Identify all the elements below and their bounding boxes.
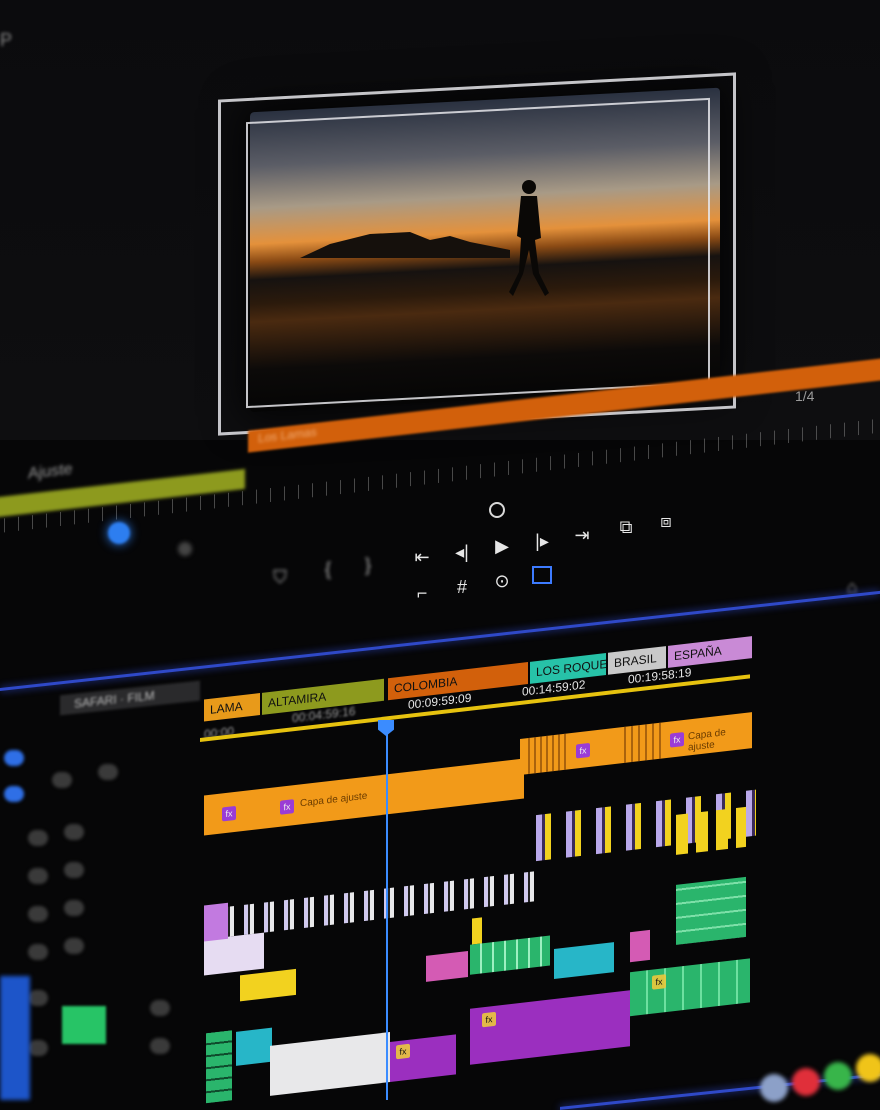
adjustment-label: Capa de ajuste [300, 790, 368, 810]
fx-badge: fx [482, 1011, 496, 1028]
scrub-left-label: Ajuste [28, 460, 73, 483]
step-back-icon[interactable]: ◂| [450, 543, 474, 565]
mic-icon-1[interactable] [150, 1000, 170, 1016]
marker-label: ESPAÑA [674, 643, 722, 664]
wrench-icon[interactable] [98, 764, 118, 780]
marker-label: LAMA [210, 699, 243, 717]
track-lock-5[interactable] [28, 944, 48, 960]
app-icon-3[interactable] [824, 1062, 852, 1090]
mark-in-icon[interactable]: ⛉ [268, 568, 292, 590]
fx-badge: fx [222, 805, 236, 822]
monitor-corner-label: P [0, 30, 13, 50]
video-track-2-clips[interactable] [204, 871, 534, 940]
video-clip-green-1[interactable] [470, 935, 550, 975]
play-icon[interactable]: ▶ [490, 537, 514, 559]
mic-icon-2[interactable] [150, 1038, 170, 1054]
video-clip-yellow-1[interactable] [240, 968, 296, 1002]
track-eye-3[interactable] [64, 862, 84, 878]
track-lock-1[interactable] [52, 772, 72, 788]
app-icon-4[interactable] [856, 1054, 880, 1082]
mark-out-icon[interactable]: { [316, 560, 340, 582]
zoom-handle[interactable] [489, 502, 505, 518]
track-lock-7[interactable] [28, 1040, 48, 1056]
track-lock-4[interactable] [28, 906, 48, 922]
video-clip-green-2[interactable] [676, 876, 746, 945]
video-clip-pink-1[interactable] [426, 950, 468, 982]
track-eye-2[interactable] [64, 824, 84, 840]
fx-badge: fx [652, 974, 666, 990]
extract-icon[interactable]: ⧈ [654, 512, 678, 534]
audio-clip-white[interactable] [270, 1032, 390, 1096]
marker-lama[interactable]: LAMA [204, 693, 260, 722]
track-lock-2[interactable] [28, 830, 48, 846]
fx-badge: fx [576, 742, 590, 759]
sequence-tab-label: SAFARI · FILM [74, 688, 155, 711]
track-eye-4[interactable] [64, 900, 84, 916]
fx-badge: fx [396, 1043, 410, 1060]
fx-badge: fx [280, 799, 294, 815]
go-to-in-icon[interactable]: ⇤ [410, 548, 434, 570]
audio-track-selector[interactable] [0, 976, 30, 1100]
timeline-panel[interactable]: LAMA ALTAMIRA COLOMBIA LOS ROQUES BRASIL… [200, 544, 770, 1104]
scrub-orange-label: Los Lamas [258, 424, 317, 446]
adjustment-layer-clip-top[interactable]: fx fx Capa de ajuste [520, 712, 752, 775]
track-toggle-blue-2[interactable] [4, 786, 24, 802]
app-icon-1[interactable] [760, 1074, 788, 1102]
adjustment-label: Capa de ajuste [688, 727, 726, 754]
go-to-out-icon[interactable]: ⇥ [570, 526, 594, 548]
fx-badge: fx [670, 731, 684, 748]
video-clip-yellow-3[interactable] [676, 806, 746, 855]
audio-clip-purple-1[interactable]: fx [390, 1034, 456, 1083]
track-header-panel: SAFARI · FILM [0, 680, 200, 1100]
marker-label: ALTAMIRA [268, 689, 327, 711]
track-lock-3[interactable] [28, 868, 48, 884]
video-clip-pink-2[interactable] [630, 929, 650, 963]
audio-clip-green-1[interactable] [206, 1030, 232, 1104]
audio-clip-cyan[interactable] [236, 1027, 272, 1066]
marker-espana[interactable]: ESPAÑA [668, 636, 752, 668]
clip-cuts [624, 722, 664, 763]
marker-label: LOS ROQUES [536, 655, 606, 680]
lift-icon[interactable]: ⧉ [614, 518, 638, 540]
track-eye-5[interactable] [64, 938, 84, 954]
scrub-ruler [0, 417, 880, 534]
marker-label: BRASIL [614, 651, 657, 671]
video-clip-cyan-1[interactable] [554, 942, 614, 980]
step-forward-icon[interactable]: |▸ [530, 532, 554, 554]
sequence-tab[interactable]: SAFARI · FILM [60, 680, 200, 716]
adjustment-layer-clip[interactable]: fx fx Capa de ajuste [204, 758, 524, 836]
os-dock [720, 1040, 880, 1102]
app-icon-2[interactable] [792, 1068, 820, 1096]
video-track-2-clip-purple[interactable] [204, 902, 228, 942]
clip-cuts [528, 733, 568, 775]
track-toggle-blue-1[interactable] [4, 750, 24, 766]
audio-clip-green-2[interactable]: fx [630, 958, 750, 1017]
audio-clip-purple-2[interactable]: fx [470, 990, 630, 1065]
playhead-knob[interactable] [108, 522, 130, 544]
playhead-line[interactable] [386, 728, 388, 1100]
video-clip-yellow-2[interactable] [472, 917, 482, 945]
track-lock-6[interactable] [28, 990, 48, 1006]
track-target-green[interactable] [62, 1006, 106, 1044]
scrub-handle[interactable] [178, 542, 192, 556]
go-to-marker-icon[interactable]: } [356, 556, 380, 578]
